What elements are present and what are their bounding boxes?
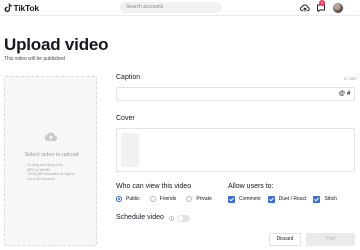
- discard-button[interactable]: Discard: [269, 233, 301, 246]
- toggle-knob: [178, 216, 183, 221]
- page-subtitle: This video will be published: [4, 56, 65, 62]
- caption-input[interactable]: @ #: [116, 87, 355, 101]
- checkbox-duet[interactable]: Duet / React: [267, 195, 307, 203]
- schedule-toggle[interactable]: [177, 215, 190, 222]
- checkbox-checked-icon[interactable]: [267, 195, 275, 203]
- upload-cloud-icon: [44, 132, 58, 142]
- permissions-label: Allow users to:: [228, 183, 274, 190]
- radio-button[interactable]: [186, 196, 193, 202]
- upload-title: Select video to upload: [24, 152, 79, 158]
- upload-cloud-icon[interactable]: [300, 3, 310, 13]
- permissions-options: Comment Duet / React Stitch: [228, 195, 344, 203]
- upload-hint: 720x1280 resolution or higher: [27, 172, 75, 176]
- checkbox-checked-icon[interactable]: [228, 195, 235, 203]
- upload-hints: Or drag and drop a file MP4 or WebM 720x…: [27, 163, 75, 181]
- radio-label: Friends: [159, 196, 177, 202]
- checkbox-label: Duet / React: [278, 196, 307, 202]
- upload-hint: Up to 60 seconds: [27, 176, 55, 181]
- radio-private[interactable]: Private: [186, 196, 212, 202]
- caption-label: Caption: [116, 74, 141, 81]
- radio-button[interactable]: [149, 196, 156, 202]
- top-nav-bar: TikTok 1: [0, 0, 360, 16]
- search-input[interactable]: [120, 2, 222, 13]
- logo-wordmark: TikTok: [13, 2, 40, 13]
- radio-label: Public: [126, 196, 140, 202]
- cover-selector[interactable]: [116, 128, 355, 172]
- schedule-label: Schedule video: [116, 214, 164, 221]
- radio-public[interactable]: Public: [116, 196, 140, 202]
- checkbox-comment[interactable]: Comment: [228, 195, 261, 203]
- hashtag-button[interactable]: #: [347, 91, 350, 98]
- caption-counter: 0 / 150: [344, 77, 356, 81]
- mention-button[interactable]: @: [339, 91, 345, 98]
- visibility-label: Who can view this video: [116, 183, 192, 190]
- cover-thumbnail[interactable]: [121, 133, 139, 167]
- checkbox-label: Stitch: [324, 196, 337, 202]
- visibility-options: Public Friends Private: [116, 195, 222, 203]
- checkbox-checked-icon[interactable]: [313, 195, 321, 203]
- avatar[interactable]: [333, 3, 343, 13]
- radio-label: Private: [196, 196, 212, 202]
- cover-label: Cover: [116, 115, 135, 122]
- info-icon[interactable]: [169, 216, 174, 221]
- tiktok-logo[interactable]: TikTok: [4, 2, 39, 13]
- checkbox-stitch[interactable]: Stitch: [313, 195, 337, 203]
- radio-friends[interactable]: Friends: [149, 196, 177, 202]
- tiktok-logo-icon: [4, 2, 12, 12]
- radio-button-selected[interactable]: [116, 196, 122, 202]
- upload-dropzone[interactable]: Select video to upload Or drag and drop …: [4, 76, 97, 246]
- post-button[interactable]: Post: [306, 233, 355, 246]
- notification-badge: 1: [319, 0, 325, 6]
- checkbox-label: Comment: [239, 196, 261, 202]
- page-title: Upload video: [4, 35, 109, 54]
